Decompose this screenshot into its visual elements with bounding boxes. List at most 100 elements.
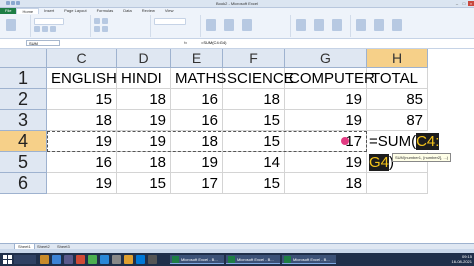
align-top-icon[interactable] — [94, 18, 100, 24]
column-header-f[interactable]: F — [223, 49, 285, 68]
taskbar-excel-window-2[interactable]: Microsoft Excel - B... — [226, 255, 280, 264]
cell-g4[interactable]: 17 — [285, 131, 367, 152]
cell-c1[interactable]: ENGLISH — [47, 68, 117, 89]
tab-view[interactable]: View — [160, 8, 179, 14]
cell-e3[interactable]: 16 — [171, 110, 223, 131]
app-icon[interactable] — [64, 255, 73, 264]
cell-h1[interactable]: TOTAL — [367, 68, 428, 89]
app-icon-2[interactable] — [76, 255, 85, 264]
format-table-icon[interactable] — [224, 19, 234, 31]
tab-page-layout[interactable]: Page Layout — [59, 8, 91, 14]
font-name-select[interactable] — [34, 18, 64, 25]
cell-f6[interactable]: 15 — [223, 173, 285, 194]
taskbar-excel-window-3[interactable]: Microsoft Excel - B... — [282, 255, 336, 264]
row-header-3[interactable]: 3 — [0, 110, 47, 131]
paste-icon[interactable] — [6, 19, 16, 31]
app-icon-4[interactable] — [100, 255, 109, 264]
cell-d3[interactable]: 19 — [117, 110, 171, 131]
cell-c5[interactable]: 16 — [47, 152, 117, 173]
cell-c6[interactable]: 19 — [47, 173, 117, 194]
tab-review[interactable]: Review — [137, 8, 160, 14]
cell-f3[interactable]: 15 — [223, 110, 285, 131]
cell-f4[interactable]: 15 — [223, 131, 285, 152]
clipboard-group — [0, 15, 31, 37]
app-icon-6[interactable] — [124, 255, 133, 264]
cell-e6[interactable]: 17 — [171, 173, 223, 194]
format-cells-icon[interactable] — [332, 19, 342, 31]
number-format-select[interactable] — [154, 18, 186, 25]
app-icon-7[interactable] — [136, 255, 145, 264]
underline-icon[interactable] — [50, 26, 56, 32]
insert-function-icon[interactable]: fx — [184, 40, 187, 46]
file-explorer-icon[interactable] — [40, 255, 49, 264]
app-icon-3[interactable] — [88, 255, 97, 264]
cell-c4[interactable]: 19 — [47, 131, 117, 152]
function-tooltip[interactable]: SUM(number1, [number2], ...) — [392, 153, 452, 162]
maximize-button[interactable]: □ — [461, 1, 467, 6]
row-header-4[interactable]: 4 — [0, 131, 47, 152]
clock-date: 16-08-2021 — [451, 259, 472, 264]
column-header-e[interactable]: E — [171, 49, 223, 68]
cell-d6[interactable]: 15 — [117, 173, 171, 194]
cell-d4[interactable]: 19 — [117, 131, 171, 152]
cell-d1[interactable]: HINDI — [117, 68, 171, 89]
cell-g5[interactable]: 19 — [285, 152, 367, 173]
select-all-corner[interactable] — [0, 49, 47, 68]
cell-c3[interactable]: 18 — [47, 110, 117, 131]
cell-c2[interactable]: 15 — [47, 89, 117, 110]
tab-formulas[interactable]: Formulas — [92, 8, 119, 14]
cell-h2[interactable]: 85 — [367, 89, 428, 110]
active-cell-editor[interactable]: =SUM(C4: — [367, 131, 440, 152]
formula-input[interactable]: =SUM(C4:G4) — [201, 40, 226, 46]
insert-cells-icon[interactable] — [296, 19, 306, 31]
cell-e4[interactable]: 18 — [171, 131, 223, 152]
tab-home[interactable]: Home — [16, 8, 40, 14]
cell-d5[interactable]: 18 — [117, 152, 171, 173]
cell-g1[interactable]: COMPUTER — [285, 68, 375, 89]
taskbar-excel-window-1[interactable]: Microsoft Excel - B... — [170, 255, 224, 264]
row-header-2[interactable]: 2 — [0, 89, 47, 110]
taskbar-search-box[interactable] — [14, 255, 36, 264]
align-left-icon[interactable] — [94, 26, 100, 32]
cell-g3[interactable]: 19 — [285, 110, 367, 131]
row-header-6[interactable]: 6 — [0, 173, 47, 194]
cell-e1[interactable]: MATHS — [171, 68, 226, 89]
close-button[interactable]: × — [468, 1, 474, 6]
align-middle-icon[interactable] — [102, 18, 108, 24]
align-center-icon[interactable] — [102, 26, 108, 32]
column-header-g[interactable]: G — [285, 49, 367, 68]
sort-filter-icon[interactable] — [374, 19, 384, 31]
delete-cells-icon[interactable] — [314, 19, 324, 31]
cell-f2[interactable]: 18 — [223, 89, 285, 110]
column-header-d[interactable]: D — [117, 49, 171, 68]
column-header-c[interactable]: C — [47, 49, 117, 68]
cell-e2[interactable]: 16 — [171, 89, 223, 110]
cell-f5[interactable]: 14 — [223, 152, 285, 173]
minimize-button[interactable]: – — [454, 1, 460, 6]
autosum-icon[interactable] — [356, 19, 366, 31]
system-clock[interactable]: 09:15 16-08-2021 — [452, 254, 472, 264]
name-box[interactable]: SUM — [26, 40, 60, 46]
app-icon-5[interactable] — [112, 255, 121, 264]
windows-start-icon[interactable] — [3, 255, 12, 264]
row-header-5[interactable]: 5 — [0, 152, 47, 173]
tab-insert[interactable]: Insert — [39, 8, 59, 14]
cell-styles-icon[interactable] — [242, 19, 252, 31]
cell-h6[interactable] — [367, 173, 428, 194]
italic-icon[interactable] — [42, 26, 48, 32]
app-icon-8[interactable] — [148, 255, 157, 264]
tab-data[interactable]: Data — [118, 8, 136, 14]
cell-e5[interactable]: 19 — [171, 152, 223, 173]
column-header-h[interactable]: H — [367, 49, 428, 68]
cell-h3[interactable]: 87 — [367, 110, 428, 131]
cell-g2[interactable]: 19 — [285, 89, 367, 110]
row-header-1[interactable]: 1 — [0, 68, 47, 89]
tab-file[interactable]: File — [0, 8, 17, 14]
cell-f1[interactable]: SCIENCE — [223, 68, 294, 89]
conditional-formatting-icon[interactable] — [206, 19, 216, 31]
cell-d2[interactable]: 18 — [117, 89, 171, 110]
bold-icon[interactable] — [34, 26, 40, 32]
find-select-icon[interactable] — [392, 19, 402, 31]
browser-icon[interactable] — [52, 255, 61, 264]
cell-g6[interactable]: 18 — [285, 173, 367, 194]
